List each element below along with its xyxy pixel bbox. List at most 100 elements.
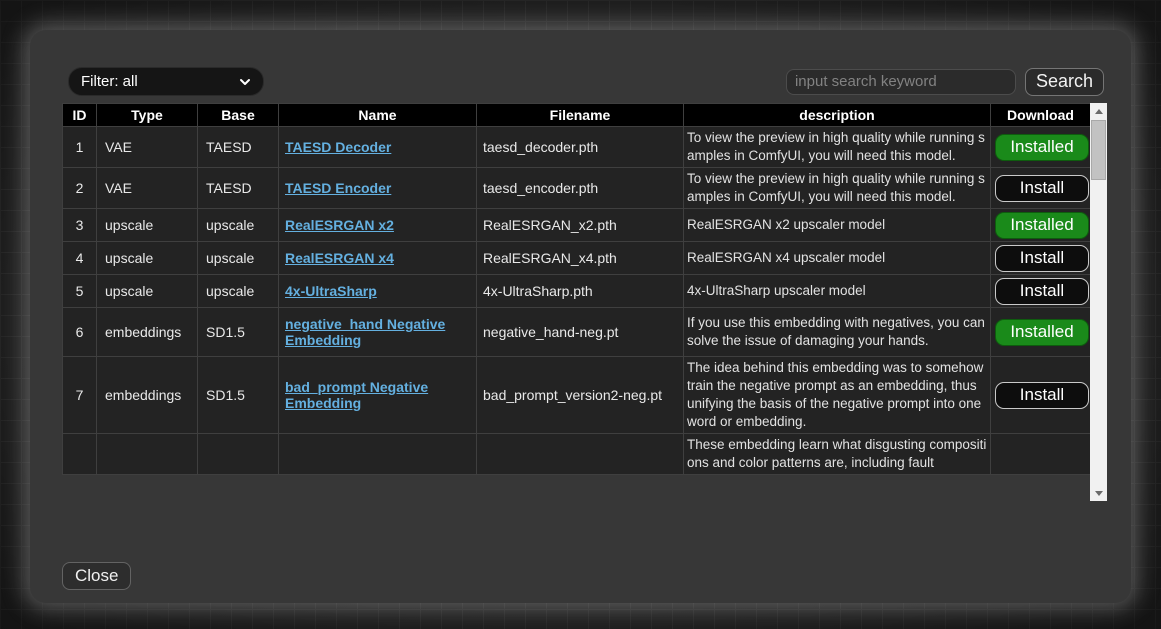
installed-button[interactable]: Installed [995,319,1089,346]
column-header-download: Download [991,104,1091,127]
cell-id: 7 [63,357,97,434]
column-header-filename: Filename [477,104,684,127]
table-row: These embedding learn what disgusting co… [63,434,1091,475]
cell-base: upscale [198,209,279,242]
table-header-row: IDTypeBaseNameFilenamedescriptionDownloa… [63,104,1091,127]
cell-id: 5 [63,275,97,308]
column-header-description: description [684,104,991,127]
cell-id: 6 [63,308,97,357]
search-area: Search [786,68,1104,96]
install-button[interactable]: Install [995,278,1089,305]
cell-type [97,434,198,475]
cell-filename: negative_hand-neg.pt [477,308,684,357]
cell-description: RealESRGAN x4 upscaler model [684,242,991,275]
cell-base: SD1.5 [198,308,279,357]
model-table-zone: IDTypeBaseNameFilenamedescriptionDownloa… [62,103,1107,501]
cell-base: TAESD [198,168,279,209]
cell-type: upscale [97,275,198,308]
cell-base: TAESD [198,127,279,168]
toolbar: Filter: all Search [68,67,1104,96]
model-name-link[interactable]: negative_hand Negative Embedding [285,316,445,348]
cell-download [991,434,1091,475]
table-row: 7embeddingsSD1.5bad_prompt Negative Embe… [63,357,1091,434]
cell-description: 4x-UltraSharp upscaler model [684,275,991,308]
cell-id: 4 [63,242,97,275]
cell-name: 4x-UltraSharp [279,275,477,308]
scroll-up-arrow-icon [1095,109,1103,114]
cell-download: Installed [991,308,1091,357]
installed-button[interactable]: Installed [995,212,1089,239]
model-table-scroll-area: IDTypeBaseNameFilenamedescriptionDownloa… [62,103,1090,501]
cell-filename: taesd_decoder.pth [477,127,684,168]
table-row: 5upscaleupscale4x-UltraSharp4x-UltraShar… [63,275,1091,308]
cell-name: TAESD Encoder [279,168,477,209]
close-button[interactable]: Close [62,562,131,590]
cell-name: bad_prompt Negative Embedding [279,357,477,434]
cell-description: The idea behind this embedding was to so… [684,357,991,434]
model-name-link[interactable]: RealESRGAN x2 [285,217,394,233]
cell-type: VAE [97,127,198,168]
scrollbar-thumb[interactable] [1091,120,1106,180]
cell-description: To view the preview in high quality whil… [684,127,991,168]
cell-type: upscale [97,209,198,242]
cell-filename [477,434,684,475]
model-name-link[interactable]: bad_prompt Negative Embedding [285,379,428,411]
column-header-id: ID [63,104,97,127]
cell-name: RealESRGAN x4 [279,242,477,275]
cell-id: 1 [63,127,97,168]
cell-name: negative_hand Negative Embedding [279,308,477,357]
cell-name: RealESRGAN x2 [279,209,477,242]
search-button[interactable]: Search [1025,68,1104,96]
scroll-down-arrow-icon [1095,491,1103,496]
table-row: 4upscaleupscaleRealESRGAN x4RealESRGAN_x… [63,242,1091,275]
cell-download: Install [991,242,1091,275]
cell-description: To view the preview in high quality whil… [684,168,991,209]
model-name-link[interactable]: TAESD Encoder [285,180,391,196]
table-row: 3upscaleupscaleRealESRGAN x2RealESRGAN_x… [63,209,1091,242]
cell-filename: 4x-UltraSharp.pth [477,275,684,308]
cell-filename: bad_prompt_version2-neg.pt [477,357,684,434]
vertical-scrollbar[interactable] [1090,103,1107,501]
cell-description: These embedding learn what disgusting co… [684,434,991,475]
column-header-name: Name [279,104,477,127]
cell-id: 3 [63,209,97,242]
model-name-link[interactable]: 4x-UltraSharp [285,283,377,299]
cell-download: Installed [991,209,1091,242]
installed-button[interactable]: Installed [995,134,1089,161]
cell-filename: taesd_encoder.pth [477,168,684,209]
scroll-up-button[interactable] [1090,103,1107,119]
model-name-link[interactable]: RealESRGAN x4 [285,250,394,266]
cell-base [198,434,279,475]
cell-download: Installed [991,127,1091,168]
table-row: 1VAETAESD TAESD Decoder taesd_decoder.pthT… [63,127,1091,168]
cell-filename: RealESRGAN_x4.pth [477,242,684,275]
model-name-link[interactable]: TAESD Decoder [285,139,391,155]
cell-name: TAESD Decoder [279,127,477,168]
column-header-base: Base [198,104,279,127]
cell-download: Install [991,168,1091,209]
cell-filename: RealESRGAN_x2.pth [477,209,684,242]
filter-dropdown[interactable]: Filter: all [68,67,264,96]
cell-type: upscale [97,242,198,275]
cell-type: VAE [97,168,198,209]
filter-dropdown-label: Filter: all [81,73,138,90]
cell-base: SD1.5 [198,357,279,434]
cell-id: 2 [63,168,97,209]
cell-name [279,434,477,475]
cell-description: If you use this embedding with negatives… [684,308,991,357]
model-manager-dialog: Filter: all Search IDTypeBaseNameFilenam… [30,30,1131,603]
cell-base: upscale [198,242,279,275]
cell-description: RealESRGAN x2 upscaler model [684,209,991,242]
cell-id [63,434,97,475]
scroll-down-button[interactable] [1090,485,1107,501]
chevron-down-icon [239,76,251,88]
install-button[interactable]: Install [995,175,1089,202]
model-table: IDTypeBaseNameFilenamedescriptionDownloa… [62,103,1090,475]
cell-type: embeddings [97,308,198,357]
search-input[interactable] [786,69,1016,95]
install-button[interactable]: Install [995,245,1089,272]
column-header-type: Type [97,104,198,127]
cell-download: Install [991,357,1091,434]
cell-base: upscale [198,275,279,308]
install-button[interactable]: Install [995,382,1089,409]
